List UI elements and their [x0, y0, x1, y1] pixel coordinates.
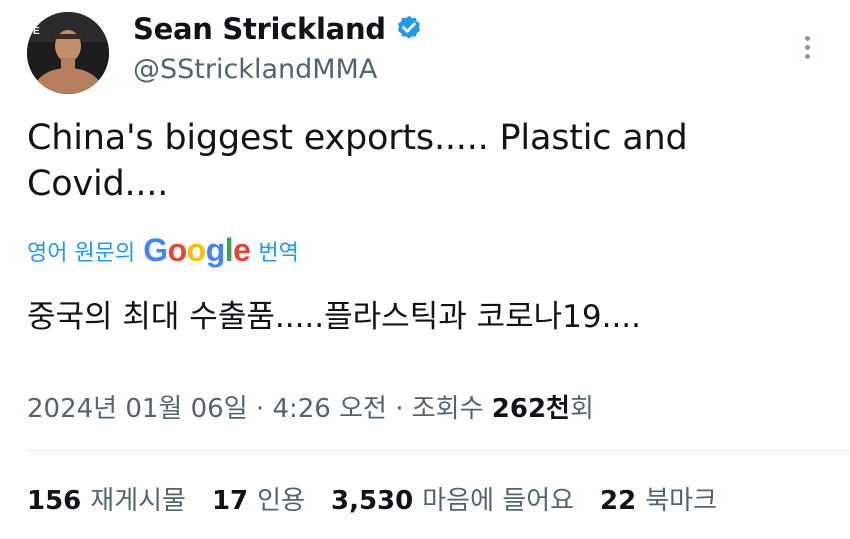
stat-label: 인용 [257, 486, 305, 516]
author-handle[interactable]: @SStricklandMMA [133, 54, 377, 85]
verified-badge-icon [397, 15, 420, 39]
stat-likes[interactable]: 3,530 마음에 들어요 [331, 480, 574, 517]
stat-value: 156 [27, 486, 82, 516]
svg-text:E: E [33, 26, 40, 37]
stat-bookmarks[interactable]: 22 북마크 [600, 480, 717, 517]
tweet-time[interactable]: 4:26 오전 [272, 394, 387, 424]
meta-separator: · [395, 394, 404, 424]
meta-separator: · [255, 394, 265, 424]
tweet-meta: 2024년 01월 06일 · 4:26 오전 · 조회수 262천회 [27, 388, 594, 425]
translate-suffix: 번역 [258, 240, 299, 266]
translated-text: 중국의 최대 수출품.....플라스틱과 코로나19.... [27, 299, 642, 335]
stat-label: 마음에 들어요 [422, 486, 575, 516]
stat-value: 3,530 [331, 486, 414, 516]
more-options-icon[interactable] [797, 32, 817, 62]
divider [27, 450, 850, 451]
views-prefix: 조회수 [411, 394, 484, 424]
author-name-row[interactable]: Sean Strickland [133, 12, 424, 46]
stat-quotes[interactable]: 17 인용 [212, 480, 305, 517]
avatar[interactable]: E [27, 12, 109, 94]
views-suffix: 회 [569, 394, 594, 424]
views-count: 262천 [491, 394, 570, 424]
tweet-text: China's biggest exports..... Plastic and… [27, 118, 688, 204]
tweet-date[interactable]: 2024년 01월 06일 [27, 394, 248, 424]
author-display-name[interactable]: Sean Strickland [133, 12, 386, 46]
avatar-photo: E [27, 12, 109, 94]
translate-link[interactable]: 영어 원문의 Google 번역 [27, 232, 299, 269]
stat-reposts[interactable]: 156 재게시물 [27, 480, 186, 517]
stat-label: 재게시물 [90, 486, 186, 516]
stat-value: 17 [211, 486, 249, 516]
stat-label: 북마크 [645, 486, 717, 516]
translate-prefix: 영어 원문의 [27, 240, 136, 266]
stat-value: 22 [600, 486, 637, 516]
google-logo: Google [143, 232, 251, 268]
engagement-stats: 156 재게시물 17 인용 3,530 마음에 들어요 22 북마크 [27, 480, 743, 517]
